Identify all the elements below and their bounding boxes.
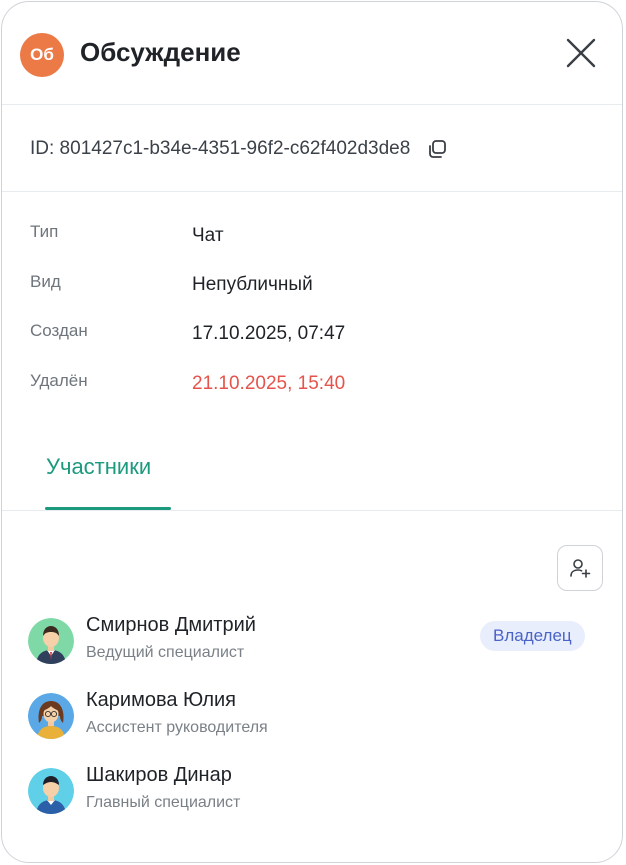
panel-title: Обсуждение: [80, 37, 241, 67]
member-row[interactable]: Смирнов Дмитрий Ведущий специалист Владе…: [28, 614, 598, 674]
discussion-info-panel: Об Обсуждение ID: 801427c1-b34e-4351-96f…: [1, 1, 623, 863]
type-value: Чат: [192, 225, 224, 246]
tabs-divider: [2, 510, 622, 511]
type-label: Тип: [30, 222, 59, 241]
member-name: Смирнов Дмитрий: [86, 614, 256, 636]
deleted-label: Удалён: [30, 371, 88, 390]
woman-avatar-icon: [28, 693, 74, 739]
member-row[interactable]: Каримова Юлия Ассистент руководителя: [28, 689, 598, 749]
add-user-icon: [570, 559, 591, 578]
created-value: 17.10.2025, 07:47: [192, 323, 346, 344]
deleted-value: 21.10.2025, 15:40: [192, 373, 346, 394]
member-role: Ведущий специалист: [86, 644, 245, 661]
tab-participants[interactable]: Участники: [46, 454, 151, 480]
add-member-button[interactable]: [557, 545, 603, 591]
panel-header: Об Обсуждение: [2, 2, 622, 105]
member-row[interactable]: Шакиров Динар Главный специалист: [28, 764, 598, 824]
member-role: Главный специалист: [86, 794, 241, 811]
visibility-label: Вид: [30, 272, 61, 291]
owner-badge: Владелец: [480, 621, 585, 651]
member-name: Каримова Юлия: [86, 689, 236, 711]
close-button[interactable]: [563, 35, 599, 71]
id-row: ID: 801427c1-b34e-4351-96f2-c62f402d3de8: [30, 138, 448, 160]
divider: [2, 191, 622, 192]
created-label: Создан: [30, 321, 88, 340]
man-avatar-icon: [28, 768, 74, 814]
copy-icon: [429, 140, 447, 158]
discussion-id: ID: 801427c1-b34e-4351-96f2-c62f402d3de8: [30, 138, 411, 159]
discussion-avatar: Об: [20, 33, 64, 77]
member-role: Ассистент руководителя: [86, 719, 268, 736]
close-icon: [566, 38, 596, 68]
member-name: Шакиров Динар: [86, 764, 232, 786]
copy-id-button[interactable]: [426, 138, 448, 160]
visibility-value: Непубличный: [192, 274, 313, 295]
man-suit-avatar-icon: [28, 618, 74, 664]
divider: [2, 104, 622, 105]
